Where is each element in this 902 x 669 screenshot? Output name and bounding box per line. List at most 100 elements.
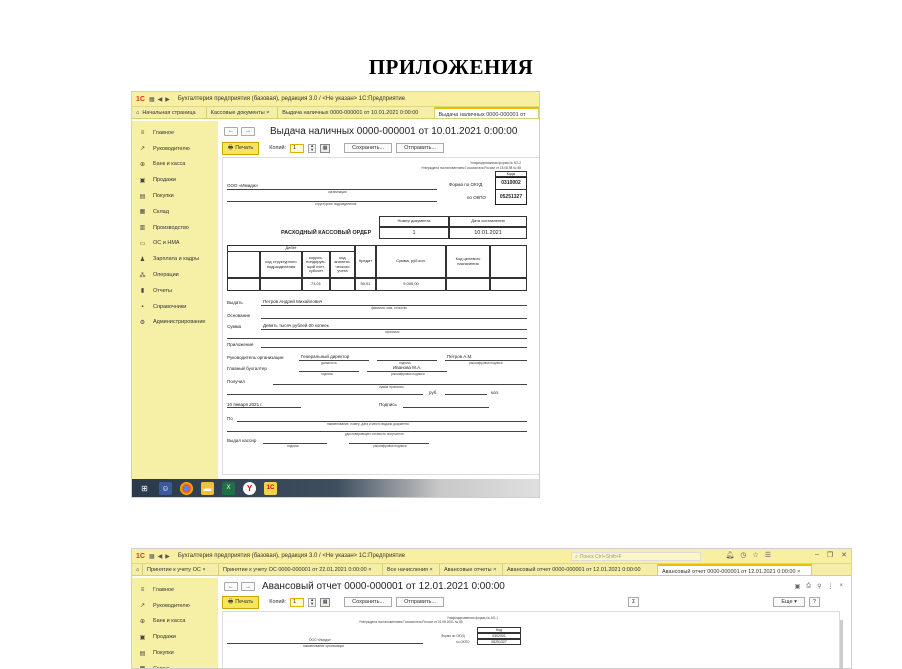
- user-icon[interactable]: ☺: [159, 481, 172, 495]
- okpo-value: 05251327: [499, 194, 523, 201]
- sidebar-item-0[interactable]: ≡ Главное: [132, 125, 218, 141]
- link-icon[interactable]: ⚲: [817, 583, 821, 590]
- grid-icon[interactable]: ▦: [149, 553, 155, 560]
- chief-sign-caption: подпись: [321, 372, 334, 376]
- doc-number-header: Номер документа: [379, 216, 449, 227]
- print-icon[interactable]: ⎙: [806, 583, 811, 590]
- section-icon: ▣: [139, 634, 146, 641]
- sidebar-item-9[interactable]: ⁂ Операции: [132, 267, 218, 283]
- table-icon[interactable]: ▦: [320, 143, 331, 153]
- bell-icon[interactable]: 🔔︎: [725, 551, 734, 559]
- tab-os-doc[interactable]: Принятие к учету ОС 0000-000001 от 22.01…: [219, 564, 383, 575]
- screenshot-cash-order: 1С ▦ ◀ ▶ Бухгалтерия предприятия (базовая)…: [131, 91, 540, 498]
- section-icon: ≡: [140, 129, 145, 136]
- save-button[interactable]: Сохранить...: [344, 597, 393, 607]
- minimize-icon[interactable]: –: [815, 551, 819, 559]
- issue-caption: фамилия, имя, отчество: [371, 306, 408, 310]
- sidebar-item-2[interactable]: ⊕ Банк и касса: [132, 157, 218, 173]
- sidebar-item-0[interactable]: ≡ Главное: [132, 582, 218, 598]
- send-button[interactable]: Отправить...: [396, 143, 444, 153]
- forward-button[interactable]: →: [241, 126, 255, 136]
- restore-icon[interactable]: ❐: [827, 551, 833, 559]
- close-icon[interactable]: ✕: [841, 551, 847, 559]
- okud-label: Форма по ОКУД: [449, 182, 483, 187]
- sidebar-item-5[interactable]: ▦Склад: [132, 661, 218, 668]
- excel-icon[interactable]: X: [222, 481, 235, 495]
- help-button[interactable]: ?: [808, 597, 820, 607]
- search-input[interactable]: ⌕ Поиск Ctrl+Shift+F: [571, 552, 701, 561]
- tab-advance-reports[interactable]: Авансовые отчеты ×: [440, 564, 503, 575]
- section-icon: ▦: [139, 209, 146, 216]
- issue-label: Выдать: [227, 300, 243, 305]
- send-button[interactable]: Отправить...: [396, 597, 444, 607]
- back-icon[interactable]: ◀: [158, 553, 163, 560]
- sidebar-item-label: Главное: [153, 586, 175, 593]
- sidebar-item-1[interactable]: ↗ Руководителю: [132, 141, 218, 157]
- sum-icon[interactable]: Σ: [627, 597, 640, 607]
- more-vert-icon[interactable]: ⋮: [827, 583, 833, 590]
- tab-os-accept[interactable]: Принятие к учету ОС ×: [143, 564, 219, 575]
- star-icon[interactable]: ☆: [752, 551, 758, 559]
- grid-icon[interactable]: ▦: [149, 96, 155, 103]
- sidebar-item-2[interactable]: ⊕ Банк и касса: [132, 614, 218, 630]
- sidebar-item-11[interactable]: ▪ Справочники: [132, 299, 218, 315]
- table-icon[interactable]: ▦: [320, 597, 331, 607]
- sidebar-item-3[interactable]: ▣ Продажи: [132, 172, 218, 188]
- more-button[interactable]: Еще ▾: [773, 597, 805, 607]
- back-button[interactable]: ←: [224, 582, 238, 591]
- tab-cash-docs[interactable]: Кассовые документы ×: [207, 107, 279, 118]
- explorer-icon[interactable]: ▬: [201, 481, 214, 495]
- copies-stepper[interactable]: ▲ ▼: [308, 597, 317, 607]
- sidebar-item-4[interactable]: ▤ Покупки: [132, 645, 218, 661]
- section-icon: ⁂: [139, 272, 146, 279]
- tab-advance-doc-print[interactable]: Авансовый отчет 0000-000001 от 12.01.202…: [658, 564, 812, 575]
- okpo-value-2: 05251327: [477, 639, 521, 645]
- cashier-label: Выдал кассир: [227, 438, 257, 443]
- copies-input[interactable]: 1: [290, 143, 305, 153]
- sidebar-item-10[interactable]: ▮ Отчеты: [132, 283, 218, 299]
- sidebar-item-12[interactable]: ⚙ Администрирование: [132, 315, 218, 331]
- yandex-icon[interactable]: Y: [243, 481, 256, 495]
- section-icon: ▤: [139, 193, 146, 200]
- back-icon[interactable]: ◀: [158, 96, 163, 103]
- sidebar-item-7[interactable]: ▭ ОС и НМА: [132, 236, 218, 252]
- sidebar-item-4[interactable]: ▤ Покупки: [132, 188, 218, 204]
- forward-button[interactable]: →: [241, 582, 255, 591]
- sidebar-item-1[interactable]: ↗ Руководителю: [132, 598, 218, 614]
- close-icon[interactable]: ×: [839, 583, 843, 590]
- chrome-icon[interactable]: [180, 481, 193, 495]
- sidebar-item-6[interactable]: ▥ Производство: [132, 220, 218, 236]
- tab-issue-doc[interactable]: Выдача наличных 0000-000001 от 10.01.202…: [278, 107, 435, 118]
- tab-home[interactable]: ⌂: [132, 564, 143, 575]
- sidebar-item-label: ОС и НМА: [153, 240, 180, 247]
- copies-input[interactable]: 1: [290, 597, 305, 607]
- forward-icon[interactable]: ▶: [165, 96, 170, 103]
- back-button[interactable]: ←: [224, 126, 238, 136]
- forward-icon[interactable]: ▶: [165, 553, 170, 560]
- copies-stepper[interactable]: ▲ ▼: [308, 143, 317, 153]
- tab-home[interactable]: ⌂ Начальная страница: [132, 107, 207, 118]
- menu-icon[interactable]: ☰: [765, 551, 771, 559]
- print-button[interactable]: 🖶 Печать: [222, 595, 260, 609]
- tab-accruals[interactable]: Все начисления ×: [383, 564, 440, 575]
- history-icon[interactable]: ◷: [740, 551, 746, 559]
- tab-bar-2: ⌂ Принятие к учету ОС × Принятие к учету…: [132, 563, 851, 576]
- windows-start-icon[interactable]: ⊞: [138, 482, 151, 495]
- sidebar-item-3[interactable]: ▣ Продажи: [132, 629, 218, 645]
- signature-label: Подпись: [379, 402, 397, 407]
- sidebar-item-label: Руководителю: [153, 145, 190, 152]
- kop-label: коп.: [491, 390, 500, 395]
- head-decode-caption: расшифровка подписи: [469, 361, 503, 365]
- sidebar-item-label: Покупки: [153, 193, 174, 200]
- scrollbar[interactable]: [840, 620, 843, 668]
- sidebar-item-8[interactable]: ♟ Зарплата и кадры: [132, 251, 218, 267]
- tab-issue-doc-print[interactable]: Выдача наличных 0000-000001 от: [434, 107, 539, 118]
- sidebar-item-5[interactable]: ▦Склад: [132, 204, 218, 220]
- section-icon: ⊕: [139, 618, 146, 625]
- onec-icon[interactable]: 1С: [264, 481, 277, 495]
- print-button[interactable]: 🖶 Печать: [222, 141, 260, 155]
- save-icon[interactable]: ▣: [795, 583, 801, 590]
- tab-advance-doc[interactable]: Авансовый отчет 0000-000001 от 12.01.202…: [503, 564, 658, 575]
- sum-caption: прописью: [385, 330, 400, 334]
- save-button[interactable]: Сохранить...: [344, 143, 393, 153]
